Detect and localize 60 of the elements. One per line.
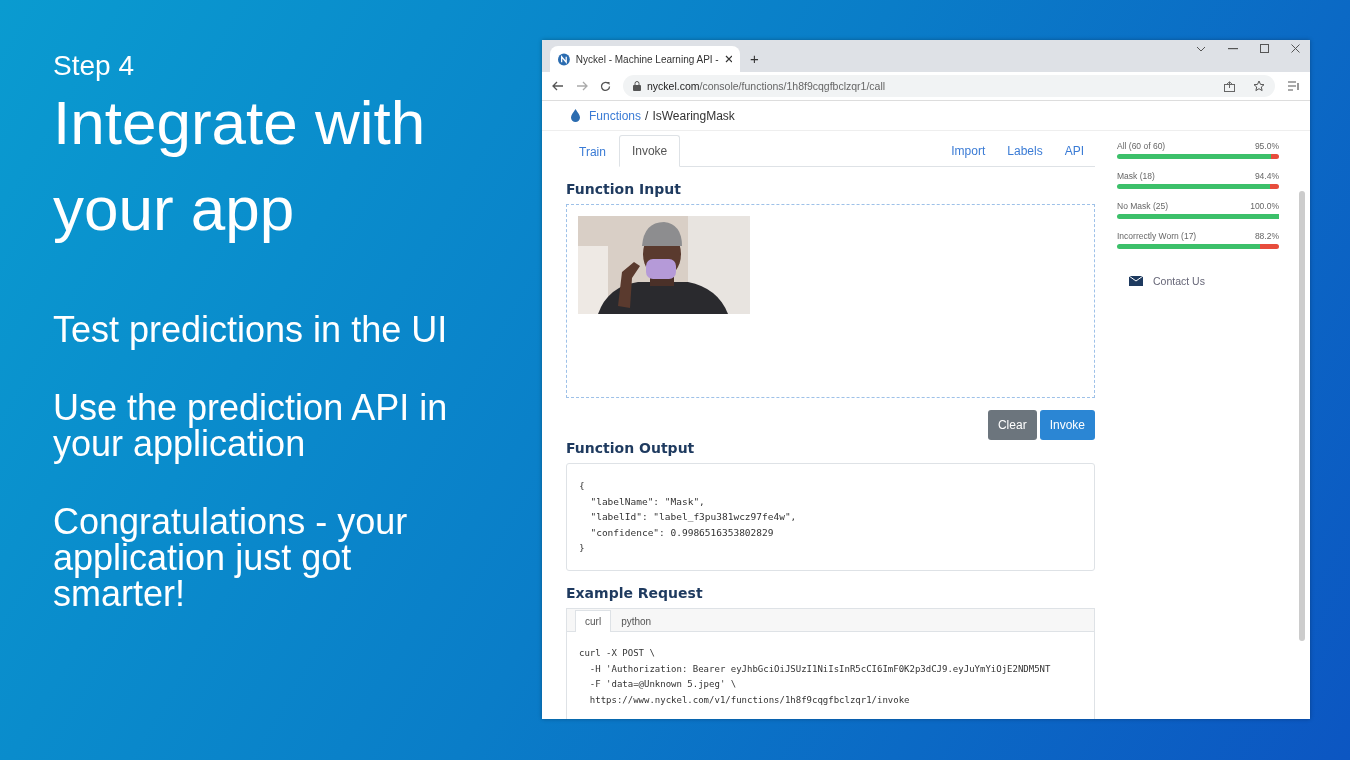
stat-label: Mask (18) xyxy=(1117,171,1155,181)
new-tab-button[interactable]: + xyxy=(750,50,759,67)
action-button[interactable]: Clear xyxy=(987,410,1037,440)
section-heading: Function Input xyxy=(566,181,682,197)
envelope-icon xyxy=(1129,276,1143,286)
share-icon[interactable] xyxy=(1224,80,1235,92)
stat-label: No Mask (25) xyxy=(1117,201,1168,211)
drop-zone[interactable] xyxy=(566,204,1095,398)
code-line: } xyxy=(579,541,586,556)
slide-point: Test predictions in the UI xyxy=(53,312,449,348)
stat-value: 94.4% xyxy=(1254,171,1279,181)
step-label: Step 4 xyxy=(53,50,135,82)
error-fill xyxy=(1259,244,1279,249)
reading-list-icon[interactable] xyxy=(1287,81,1300,91)
tab-title: Nyckel - Machine Learning API - xyxy=(575,53,719,65)
code-tab[interactable]: curl xyxy=(575,609,612,632)
code-line: "labelName": "Mask", xyxy=(589,494,706,509)
error-fill xyxy=(1269,184,1279,189)
address-bar[interactable]: nyckel.com/console/functions/1h8f9cqgfbclzqr1/call xyxy=(623,75,1275,97)
star-icon[interactable] xyxy=(1253,80,1265,92)
reload-icon[interactable] xyxy=(600,80,611,92)
stat-value: 100.0% xyxy=(1250,201,1279,211)
code-line: { xyxy=(579,479,586,493)
minimize-icon[interactable] xyxy=(1228,47,1238,50)
nav-link[interactable]: Labels xyxy=(1007,144,1043,158)
lock-icon xyxy=(633,81,641,91)
chevron-down-icon[interactable] xyxy=(1196,45,1206,52)
close-icon[interactable] xyxy=(1291,44,1300,53)
nav-link[interactable]: API xyxy=(1064,144,1084,158)
logo-icon xyxy=(558,52,570,66)
maximize-icon[interactable] xyxy=(1260,44,1269,53)
close-icon[interactable] xyxy=(724,55,732,63)
slide-point: Use the prediction API in your application xyxy=(53,390,449,462)
back-icon[interactable] xyxy=(552,81,564,91)
code-line: "confidence": 0.9986516353802829 xyxy=(589,525,775,540)
action-button[interactable]: Invoke xyxy=(1039,410,1095,440)
stat-label: Incorrectly Worn (17) xyxy=(1117,231,1197,241)
code-line: "labelId": "label_f3pu381wcz97fe4w", xyxy=(589,510,798,525)
code-tab[interactable]: python xyxy=(611,609,662,632)
code-line: curl -X POST \ xyxy=(579,646,656,660)
error-fill xyxy=(1270,154,1279,159)
slide-point: Congratulations - your application just got smarter! xyxy=(53,504,409,612)
stat-value: 95.0% xyxy=(1254,141,1279,151)
code-line: -H 'Authorization: Bearer eyJhbGciOiJSUzI1NiIsInR5cCI6ImF0K2p3dCJ9.eyJuYmYiOjE2NDM5NT xyxy=(588,662,1052,676)
tab[interactable]: Invoke xyxy=(618,135,681,167)
contact-link[interactable]: Contact Us xyxy=(1153,275,1205,287)
nav-link[interactable]: Import xyxy=(951,144,986,158)
browser-tab[interactable]: Nyckel - Machine Learning API - xyxy=(550,46,740,72)
section-heading: Example Request xyxy=(566,584,704,601)
code-line: -F 'data=@Unknown 5.jpeg' \ xyxy=(588,678,738,692)
stat-value: 88.2% xyxy=(1254,231,1279,241)
stat-label: All (60 of 60) xyxy=(1117,141,1166,151)
code-line: https://www.nyckel.com/v1/functions/1h8f9cqgfbclzqr1/invoke xyxy=(588,693,911,707)
breadcrumb-current: IsWearingMask xyxy=(652,108,735,123)
slide-title: Integrate with your app xyxy=(53,87,427,245)
breadcrumb-separator: / xyxy=(645,108,649,123)
drop-icon xyxy=(570,109,581,122)
scrollbar-thumb[interactable] xyxy=(1299,191,1305,641)
breadcrumb-link[interactable]: Functions xyxy=(589,108,642,123)
section-heading: Function Output xyxy=(566,440,696,456)
